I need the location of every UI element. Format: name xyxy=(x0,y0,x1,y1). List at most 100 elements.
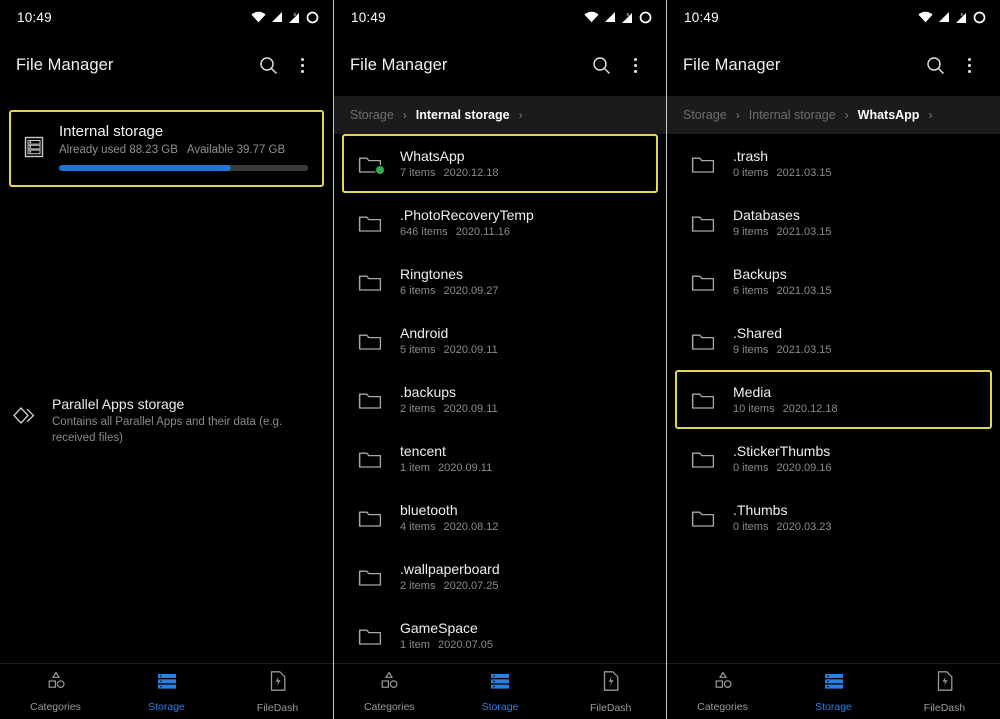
file-lightning-icon xyxy=(268,670,288,697)
file-row[interactable]: .StickerThumbs 0 items 2020.09.16 xyxy=(675,429,992,488)
battery-circle-icon xyxy=(973,11,986,23)
wifi-icon xyxy=(918,11,933,23)
file-item-count: 2 items xyxy=(400,403,436,415)
file-name: .wallpaperboard xyxy=(400,561,500,577)
storage-stack-icon xyxy=(489,671,511,696)
file-name: Databases xyxy=(733,207,800,223)
file-item-count: 1 item xyxy=(400,462,430,474)
file-row[interactable]: tencent 1 item 2020.09.11 xyxy=(342,429,658,488)
file-item-count: 1 item xyxy=(400,639,430,651)
file-date: 2021.03.15 xyxy=(776,226,832,238)
folder-icon xyxy=(691,213,717,233)
file-date: 2021.03.15 xyxy=(776,167,832,179)
bottom-navigation: Categories Storage FileDash xyxy=(667,663,1000,719)
file-row[interactable]: .backups 2 items 2020.09.11 xyxy=(342,370,658,429)
file-row-text: .Thumbs 0 items 2020.03.23 xyxy=(733,502,840,533)
file-item-count: 4 items xyxy=(400,521,436,533)
breadcrumb-chevron-icon: › xyxy=(402,108,407,122)
file-item-count: 2 items xyxy=(400,580,436,592)
bottom-nav-item-storage[interactable]: Storage xyxy=(111,671,222,713)
bottom-nav-label: Storage xyxy=(148,700,185,713)
file-date: 2020.08.12 xyxy=(443,521,499,533)
signal-icon xyxy=(605,12,615,22)
file-row[interactable]: .trash 0 items 2021.03.15 xyxy=(675,134,992,193)
internal-storage-title: Internal storage xyxy=(59,123,164,140)
file-row[interactable]: Android 5 items 2020.09.11 xyxy=(342,311,658,370)
file-row[interactable]: .wallpaperboard 2 items 2020.07.25 xyxy=(342,547,658,606)
file-name: tencent xyxy=(400,443,446,459)
panel-internal-storage-list: 10:49 x File Manager Storage › Internal st… xyxy=(333,0,667,719)
folder-icon xyxy=(691,331,717,351)
overflow-menu-button[interactable] xyxy=(952,48,986,82)
file-row[interactable]: .PhotoRecoveryTemp 646 items 2020.11.16 xyxy=(342,193,658,252)
file-meta: 9 items 2021.03.15 xyxy=(733,226,840,238)
file-name: .Shared xyxy=(733,325,783,341)
breadcrumb-chevron-icon: › xyxy=(735,108,740,122)
file-date: 2020.09.11 xyxy=(443,403,498,415)
file-row[interactable]: WhatsApp 7 items 2020.12.18 xyxy=(342,134,658,193)
file-row[interactable]: bluetooth 4 items 2020.08.12 xyxy=(342,488,658,547)
breadcrumb-item[interactable]: WhatsApp xyxy=(858,108,920,122)
more-vertical-icon xyxy=(967,57,971,73)
file-name: Backups xyxy=(733,266,787,282)
file-name: Ringtones xyxy=(400,266,464,282)
parallel-apps-storage-row[interactable]: Parallel Apps storage Contains all Paral… xyxy=(0,396,333,446)
breadcrumb-item[interactable]: Internal storage xyxy=(416,108,510,122)
file-date: 2021.03.15 xyxy=(776,344,832,356)
internal-storage-card[interactable]: Internal storage Already used 88.23 GB Av… xyxy=(9,110,324,187)
bottom-nav-label: Categories xyxy=(30,700,81,713)
three-panel-screenshot-strip: 10:49 x File Manager Internal storage Al… xyxy=(0,0,1000,719)
file-meta: 7 items 2020.12.18 xyxy=(400,167,507,179)
file-list: WhatsApp 7 items 2020.12.18 .PhotoRecoveryT… xyxy=(334,134,666,663)
file-item-count: 0 items xyxy=(733,167,769,179)
file-name: bluetooth xyxy=(400,502,458,518)
file-row[interactable]: Databases 9 items 2021.03.15 xyxy=(675,193,992,252)
bottom-nav-item-filedash[interactable]: FileDash xyxy=(222,670,333,714)
more-vertical-icon xyxy=(633,57,637,73)
bottom-navigation: Categories Storage FileDash xyxy=(0,663,333,719)
file-name: .Thumbs xyxy=(733,502,788,518)
bottom-nav-item-categories[interactable]: Categories xyxy=(334,670,445,713)
file-row[interactable]: Media 10 items 2020.12.18 xyxy=(675,370,992,429)
file-row-text: Media 10 items 2020.12.18 xyxy=(733,384,846,415)
bottom-nav-label: Categories xyxy=(363,700,415,713)
breadcrumb-chevron-icon: › xyxy=(928,108,933,122)
file-item-count: 5 items xyxy=(400,344,436,356)
bottom-nav-item-categories[interactable]: Categories xyxy=(0,670,111,713)
file-date: 2020.09.16 xyxy=(776,462,832,474)
search-button[interactable] xyxy=(918,48,952,82)
bottom-nav-item-filedash[interactable]: FileDash xyxy=(555,670,666,714)
breadcrumb-item[interactable]: Storage xyxy=(350,108,394,122)
file-meta: 0 items 2021.03.15 xyxy=(733,167,840,179)
file-item-count: 7 items xyxy=(400,167,436,179)
breadcrumb-item[interactable]: Internal storage xyxy=(749,108,836,122)
file-row-text: .trash 0 items 2021.03.15 xyxy=(733,148,840,179)
file-name: Media xyxy=(733,384,772,400)
overflow-menu-button[interactable] xyxy=(618,48,652,82)
file-row[interactable]: GameSpace 1 item 2020.07.05 xyxy=(342,606,658,663)
bottom-nav-item-storage[interactable]: Storage xyxy=(778,671,889,713)
folder-icon xyxy=(358,272,384,292)
search-button[interactable] xyxy=(251,48,285,82)
battery-circle-icon xyxy=(639,11,652,23)
bottom-nav-item-filedash[interactable]: FileDash xyxy=(889,670,1000,714)
file-meta: 1 item 2020.07.05 xyxy=(400,639,501,651)
file-row[interactable]: .Thumbs 0 items 2020.03.23 xyxy=(675,488,992,547)
file-row[interactable]: Ringtones 6 items 2020.09.27 xyxy=(342,252,658,311)
file-lightning-icon xyxy=(601,670,621,697)
file-item-count: 9 items xyxy=(733,344,769,356)
bottom-nav-item-categories[interactable]: Categories xyxy=(667,670,778,713)
shapes-icon xyxy=(45,670,67,696)
bottom-nav-item-storage[interactable]: Storage xyxy=(445,671,556,713)
search-button[interactable] xyxy=(584,48,618,82)
breadcrumb-item[interactable]: Storage xyxy=(683,108,727,122)
overflow-menu-button[interactable] xyxy=(285,48,319,82)
file-row[interactable]: Backups 6 items 2021.03.15 xyxy=(675,252,992,311)
file-meta: 646 items 2020.11.16 xyxy=(400,226,534,238)
storage-stack-icon xyxy=(156,671,178,696)
folder-icon xyxy=(358,154,385,175)
internal-storage-usage: Already used 88.23 GB Available 39.77 GB xyxy=(59,144,308,156)
file-item-count: 6 items xyxy=(400,285,436,297)
file-row[interactable]: .Shared 9 items 2021.03.15 xyxy=(675,311,992,370)
parallel-apps-text: Parallel Apps storage Contains all Paral… xyxy=(52,396,317,446)
